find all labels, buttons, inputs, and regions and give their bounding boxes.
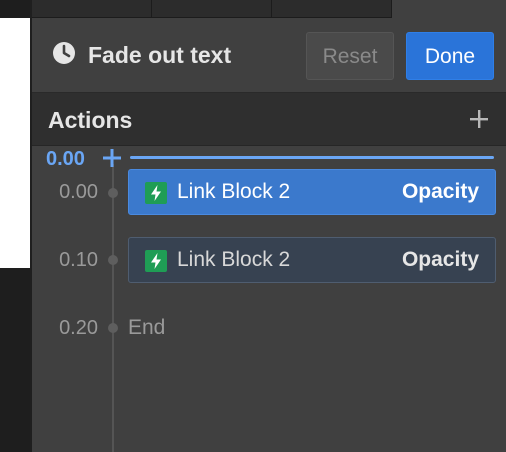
- action-target: Link Block 2: [177, 180, 291, 203]
- panel-tab[interactable]: [152, 0, 272, 18]
- timeline-end-label: End: [128, 316, 166, 339]
- timeline-time-label: 0.10: [59, 249, 98, 271]
- canvas-preview[interactable]: [0, 18, 30, 268]
- action-property: Opacity: [401, 248, 479, 271]
- interaction-header: Fade out text Reset Done: [32, 18, 506, 92]
- playhead-time[interactable]: 0.00: [46, 147, 85, 171]
- panel-tab-strip: [32, 0, 392, 18]
- clock-icon: [53, 42, 75, 64]
- playhead-line[interactable]: [130, 156, 494, 159]
- timeline-time-label: 0.00: [59, 181, 98, 203]
- interaction-title: Fade out text: [88, 42, 232, 68]
- timeline-dot: [108, 255, 118, 265]
- add-action-icon[interactable]: [468, 108, 490, 130]
- panel-tab[interactable]: [272, 0, 392, 18]
- actions-title: Actions: [48, 107, 133, 133]
- timeline-action-row[interactable]: Link Block 2 Opacity: [128, 169, 496, 215]
- tab-strip-filler: [392, 0, 506, 18]
- actions-section-header: Actions: [32, 92, 506, 146]
- timeline-dot: [108, 188, 118, 198]
- timeline-track: [112, 164, 114, 452]
- timeline-action-row[interactable]: Link Block 2 Opacity: [128, 237, 496, 283]
- panel-tab[interactable]: [32, 0, 152, 18]
- lightning-icon: [145, 250, 167, 272]
- lightning-icon: [145, 182, 167, 204]
- done-button[interactable]: Done: [406, 32, 494, 80]
- timeline-dot: [108, 323, 118, 333]
- canvas-area-top: [0, 0, 30, 18]
- timeline-end-time: 0.20: [59, 317, 98, 339]
- playhead-plus-icon[interactable]: [102, 148, 122, 168]
- reset-button[interactable]: Reset: [306, 32, 394, 80]
- action-property: Opacity: [401, 180, 479, 203]
- action-target: Link Block 2: [177, 248, 291, 271]
- canvas-background: [0, 268, 30, 452]
